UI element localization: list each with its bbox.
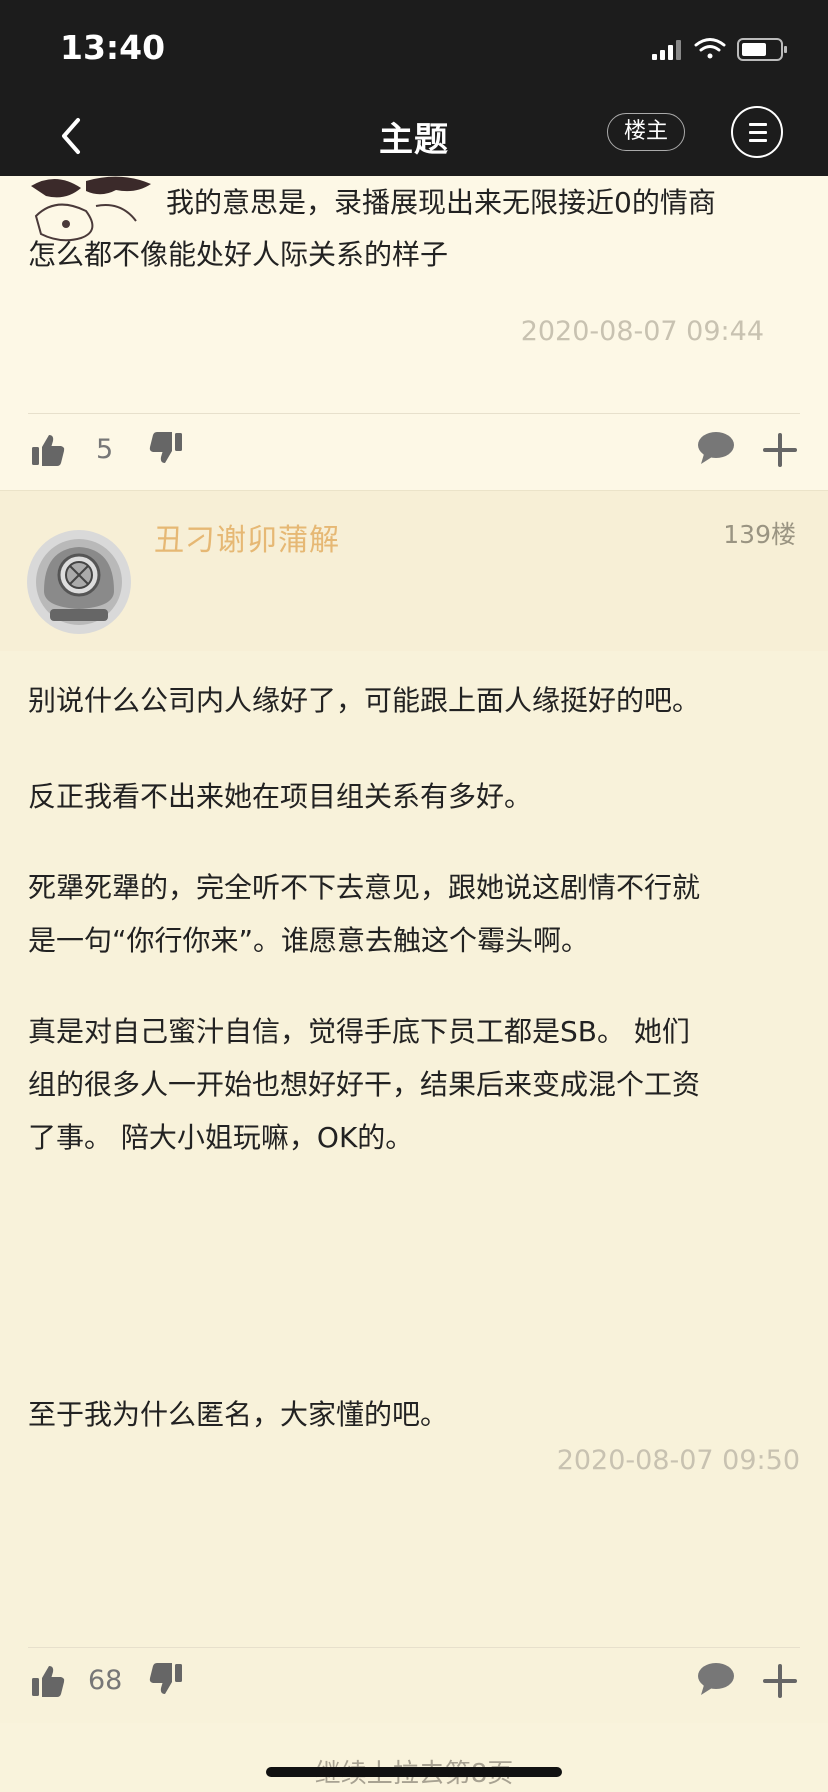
plus-icon[interactable]	[762, 1663, 798, 1699]
thumb-up-icon[interactable]	[30, 432, 66, 468]
thumb-down-icon[interactable]	[148, 1661, 184, 1697]
like-count: 68	[88, 1665, 123, 1696]
system-status-icons	[652, 38, 787, 61]
post-timestamp: 2020-08-07 09:44	[520, 316, 764, 347]
post-paragraph: 死犟死犟的，完全听不下去意见，跟她说这剧情不行就	[28, 871, 701, 904]
divider	[28, 413, 800, 414]
floor-number: 139楼	[723, 520, 796, 549]
post-header: 丑刁谢卯蒲解 139楼	[0, 490, 828, 652]
thumb-up-icon[interactable]	[30, 1663, 66, 1699]
load-more-footer: 继续上拉去第8页	[0, 1723, 828, 1792]
post-paragraph: 反正我看不出来她在项目组关系有多好。	[28, 780, 533, 813]
post-timestamp: 2020-08-07 09:50	[556, 1445, 800, 1476]
post-paragraph: 组的很多人一开始也想好好干，结果后来变成混个工资	[28, 1068, 701, 1101]
comment-icon[interactable]	[696, 430, 736, 466]
op-only-button[interactable]: 楼主	[607, 113, 685, 151]
post-paragraph: 是一句“你行你来”。谁愿意去触这个霉头啊。	[28, 924, 590, 957]
menu-icon[interactable]	[731, 106, 783, 158]
status-time: 13:40	[60, 28, 166, 67]
signal-icon	[652, 40, 681, 60]
post-paragraph: 真是对自己蜜汁自信，觉得手底下员工都是SB。 她们	[28, 1015, 690, 1048]
page-title: 主题	[379, 120, 449, 160]
plus-icon[interactable]	[762, 432, 798, 468]
post-paragraph: 至于我为什么匿名，大家懂的吧。	[28, 1398, 449, 1431]
post-paragraph: 别说什么公司内人缘好了，可能跟上面人缘挺好的吧。	[28, 684, 701, 717]
post-text-line: 怎么都不像能处好人际关系的样子	[28, 238, 449, 271]
wifi-icon	[694, 38, 726, 59]
post-139: 别说什么公司内人缘好了，可能跟上面人缘挺好的吧。 反正我看不出来她在项目组关系有…	[0, 651, 828, 1723]
username[interactable]: 丑刁谢卯蒲解	[154, 515, 340, 559]
thumb-down-icon[interactable]	[148, 430, 184, 466]
status-bar: 13:40	[0, 0, 828, 96]
post-action-bar: 5	[0, 420, 828, 484]
post-text-line: 我的意思是，录播展现出来无限接近0的情商	[166, 186, 716, 219]
home-indicator	[266, 1767, 562, 1777]
post-138: 我的意思是，录播展现出来无限接近0的情商 怎么都不像能处好人际关系的样子 202…	[0, 176, 828, 490]
avatar[interactable]	[26, 529, 132, 635]
divider	[28, 1647, 800, 1648]
like-count: 5	[96, 434, 114, 465]
comment-icon[interactable]	[696, 1661, 736, 1697]
battery-icon	[737, 38, 787, 61]
post-paragraph: 了事。 陪大小姐玩嘛，OK的。	[28, 1121, 414, 1154]
nav-bar: 主题 楼主	[0, 96, 828, 176]
post-action-bar: 68	[0, 1651, 828, 1715]
